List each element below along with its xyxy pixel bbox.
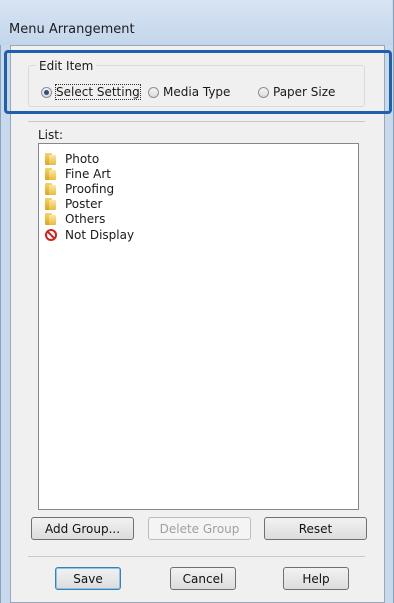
list-item-label: Poster (65, 197, 103, 211)
divider (28, 556, 365, 557)
list-item-label: Others (65, 212, 106, 226)
radio-select-setting[interactable]: Select Setting (41, 84, 141, 100)
title-bar[interactable]: Menu Arrangement (0, 0, 392, 45)
folder-icon (45, 183, 56, 195)
delete-group-button[interactable]: Delete Group (148, 517, 251, 540)
folder-icon (45, 198, 56, 210)
list-label: List: (38, 128, 64, 142)
list-item-fine-art[interactable]: Fine Art (45, 166, 111, 182)
radio-label: Select Setting (55, 84, 141, 100)
radio-selected-icon (41, 86, 52, 98)
list-item-not-display[interactable]: Not Display (45, 227, 134, 243)
folder-icon (45, 168, 56, 180)
list-item-proofing[interactable]: Proofing (45, 181, 114, 197)
menu-list[interactable]: Photo Fine Art Proofing Poster Others No… (38, 143, 359, 510)
list-item-others[interactable]: Others (45, 211, 105, 227)
radio-unselected-icon (258, 86, 269, 98)
folder-icon (45, 213, 56, 225)
radio-paper-size[interactable]: Paper Size (258, 84, 335, 100)
edit-item-legend: Edit Item (36, 59, 97, 73)
list-item-photo[interactable]: Photo (45, 151, 99, 167)
reset-button[interactable]: Reset (264, 517, 367, 540)
list-item-poster[interactable]: Poster (45, 196, 102, 212)
radio-label: Media Type (163, 85, 231, 99)
no-display-icon (45, 229, 57, 241)
cancel-button[interactable]: Cancel (170, 567, 236, 590)
add-group-button[interactable]: Add Group... (31, 517, 134, 540)
radio-label: Paper Size (273, 85, 336, 99)
list-item-label: Not Display (65, 228, 135, 242)
save-button[interactable]: Save (55, 567, 121, 590)
radio-media-type[interactable]: Media Type (148, 84, 230, 100)
radio-unselected-icon (148, 86, 159, 98)
window-title: Menu Arrangement (9, 22, 135, 37)
list-item-label: Photo (65, 152, 100, 166)
list-item-label: Proofing (65, 182, 115, 196)
list-item-label: Fine Art (65, 167, 112, 181)
folder-icon (45, 153, 56, 165)
help-button[interactable]: Help (283, 567, 349, 590)
divider (28, 121, 365, 122)
